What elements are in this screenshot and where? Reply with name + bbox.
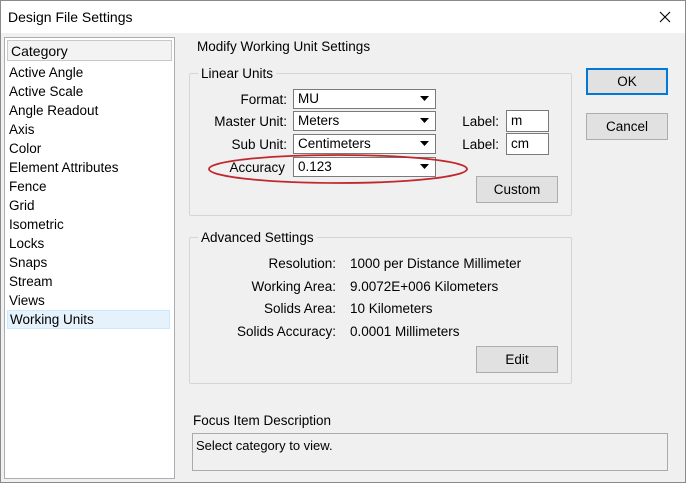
format-value: MU [298, 91, 319, 106]
advanced-settings-group-label: Advanced Settings [198, 230, 317, 245]
category-item-working-units[interactable]: Working Units [7, 310, 170, 329]
category-item-snaps[interactable]: Snaps [7, 253, 170, 272]
chevron-down-icon [420, 164, 429, 169]
master-unit-label-input[interactable]: m [506, 110, 549, 132]
cancel-button[interactable]: Cancel [586, 113, 668, 140]
linear-units-group-label: Linear Units [198, 66, 277, 81]
category-header-label: Category [11, 43, 68, 59]
sub-unit-label-value: cm [511, 136, 529, 151]
sub-unit-tag-label: Label: [462, 137, 499, 152]
chevron-down-icon [420, 96, 429, 101]
accuracy-label: Accuracy [229, 160, 285, 175]
category-item-stream[interactable]: Stream [7, 272, 170, 291]
window-title: Design File Settings [8, 9, 133, 25]
chevron-down-icon [420, 141, 429, 146]
format-label: Format: [240, 92, 287, 107]
sub-unit-label: Sub Unit: [231, 137, 287, 152]
close-icon [659, 11, 671, 23]
sub-unit-label-input[interactable]: cm [506, 133, 549, 155]
category-item-element-attributes[interactable]: Element Attributes [7, 158, 170, 177]
category-item-views[interactable]: Views [7, 291, 170, 310]
master-unit-label-value: m [511, 113, 523, 128]
category-item-locks[interactable]: Locks [7, 234, 170, 253]
format-select[interactable]: MU [293, 89, 436, 109]
design-file-settings-dialog: Design File Settings Category Active Ang… [0, 0, 686, 483]
master-unit-label: Master Unit: [214, 114, 287, 129]
category-item-active-scale[interactable]: Active Scale [7, 82, 170, 101]
master-unit-tag-label: Label: [462, 114, 499, 129]
working-area-value: 9.0072E+006 Kilometers [350, 279, 499, 294]
sub-unit-value: Centimeters [298, 136, 371, 151]
category-item-isometric[interactable]: Isometric [7, 215, 170, 234]
focus-description-text: Select category to view. [196, 438, 333, 453]
category-list[interactable]: Category Active Angle Active Scale Angle… [4, 37, 175, 479]
accuracy-value: 0.123 [298, 159, 332, 174]
category-item-active-angle[interactable]: Active Angle [7, 63, 170, 82]
chevron-down-icon [420, 118, 429, 123]
focus-description-box: Select category to view. [192, 433, 668, 471]
resolution-value: 1000 per Distance Millimeter [350, 256, 522, 271]
working-area-label: Working Area: [251, 279, 336, 294]
focus-description-label: Focus Item Description [190, 413, 335, 428]
master-unit-value: Meters [298, 113, 340, 128]
category-item-fence[interactable]: Fence [7, 177, 170, 196]
resolution-label: Resolution: [268, 256, 336, 271]
category-item-grid[interactable]: Grid [7, 196, 170, 215]
accuracy-select[interactable]: 0.123 [293, 157, 436, 177]
ok-button[interactable]: OK [586, 68, 668, 95]
solids-area-label: Solids Area: [263, 301, 336, 316]
solids-accuracy-value: 0.0001 Millimeters [350, 324, 460, 339]
category-item-axis[interactable]: Axis [7, 120, 170, 139]
solids-accuracy-label: Solids Accuracy: [236, 324, 336, 339]
sub-unit-select[interactable]: Centimeters [293, 134, 436, 154]
close-button[interactable] [645, 1, 685, 33]
category-item-angle-readout[interactable]: Angle Readout [7, 101, 170, 120]
master-unit-select[interactable]: Meters [293, 111, 436, 131]
solids-area-value: 10 Kilometers [350, 301, 433, 316]
edit-button[interactable]: Edit [476, 346, 558, 373]
custom-button[interactable]: Custom [476, 176, 558, 203]
category-item-color[interactable]: Color [7, 139, 170, 158]
panel-title: Modify Working Unit Settings [197, 39, 371, 54]
category-header[interactable]: Category [7, 40, 172, 61]
title-bar: Design File Settings [1, 1, 685, 33]
